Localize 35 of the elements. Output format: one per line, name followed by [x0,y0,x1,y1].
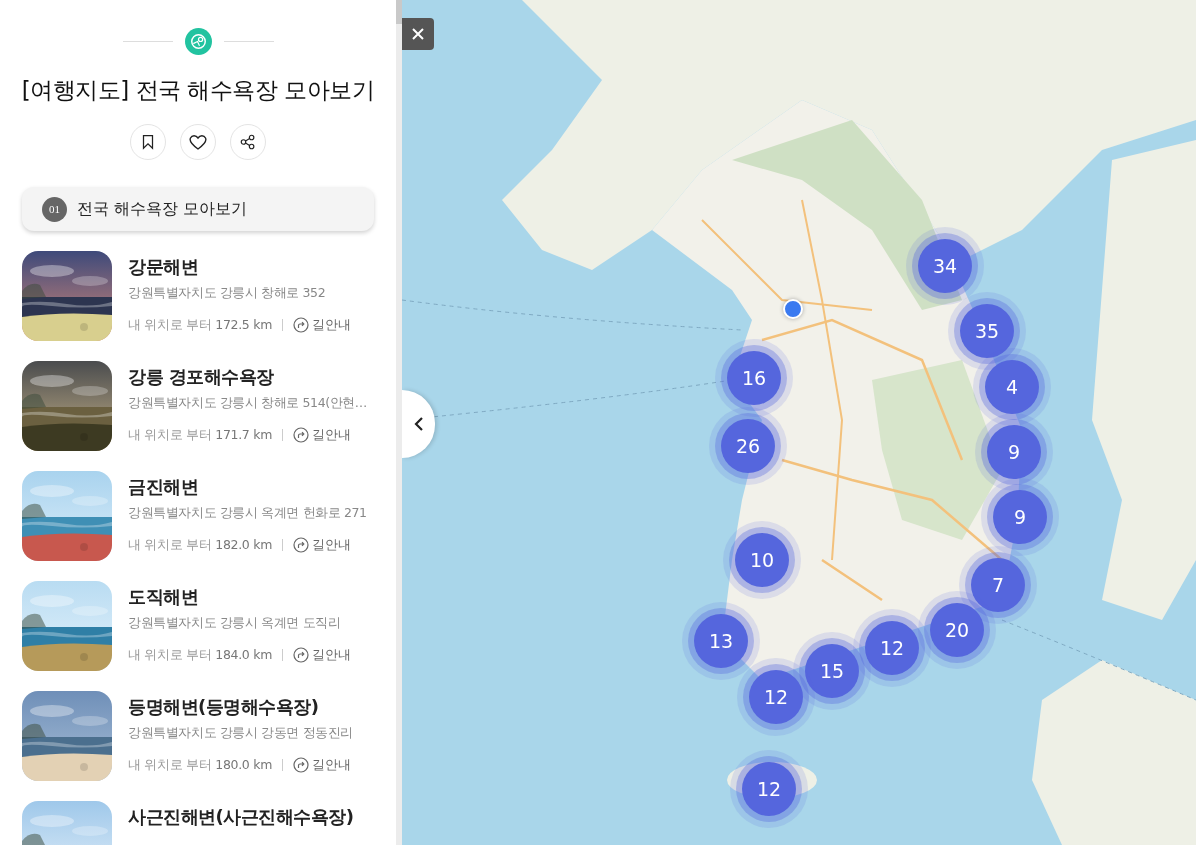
place-name[interactable]: 사근진해변(사근진해수욕장) [128,805,354,829]
directions-link[interactable]: 길안내 [293,316,351,334]
place-address: 강원특별자치도 강릉시 강동면 정동진리 [128,725,353,742]
close-icon [410,26,426,42]
chevron-left-icon [412,416,425,432]
distance-text: 내 위치로 부터 172.5 km [128,316,272,334]
close-button[interactable] [402,18,434,50]
place-name[interactable]: 강릉 경포해수욕장 [128,365,367,389]
directions-link[interactable]: 길안내 [293,536,351,554]
place-name[interactable]: 강문해변 [128,255,351,279]
distance-text: 내 위치로 부터 180.0 km [128,756,272,774]
place-address: 강원특별자치도 강릉시 창해로 352 [128,285,327,302]
place-address: 강원특별자치도 강릉시 창해로 514(안현… [128,395,367,412]
page-title: [여행지도] 전국 해수욕장 모아보기 [20,76,376,105]
scrollbar-thumb[interactable] [396,0,402,24]
map-pin-logo-icon [184,28,212,55]
section-header[interactable]: 01 전국 해수욕장 모아보기 [22,187,374,231]
place-address: 강원특별자치도 강릉시 옥계면 헌화로 271 [128,505,367,522]
distance-text: 내 위치로 부터 184.0 km [128,646,272,664]
directions-link[interactable]: 길안내 [293,756,351,774]
distance-text: 내 위치로 부터 182.0 km [128,536,272,554]
like-button[interactable] [180,124,216,160]
place-name[interactable]: 등명해변(등명해수욕장) [128,695,353,719]
share-button[interactable] [230,124,266,160]
directions-link[interactable]: 길안내 [293,426,351,444]
heart-icon [188,132,208,152]
directions-link[interactable]: 길안내 [293,646,351,664]
place-name[interactable]: 도직해변 [128,585,351,609]
bookmark-button[interactable] [130,124,166,160]
section-label: 전국 해수욕장 모아보기 [77,198,248,220]
share-icon [239,133,257,151]
distance-text: 내 위치로 부터 171.7 km [128,426,272,444]
place-address: 강원특별자치도 강릉시 옥계면 도직리 [128,615,342,632]
section-number: 01 [42,196,67,222]
place-name[interactable]: 금진해변 [128,475,367,499]
